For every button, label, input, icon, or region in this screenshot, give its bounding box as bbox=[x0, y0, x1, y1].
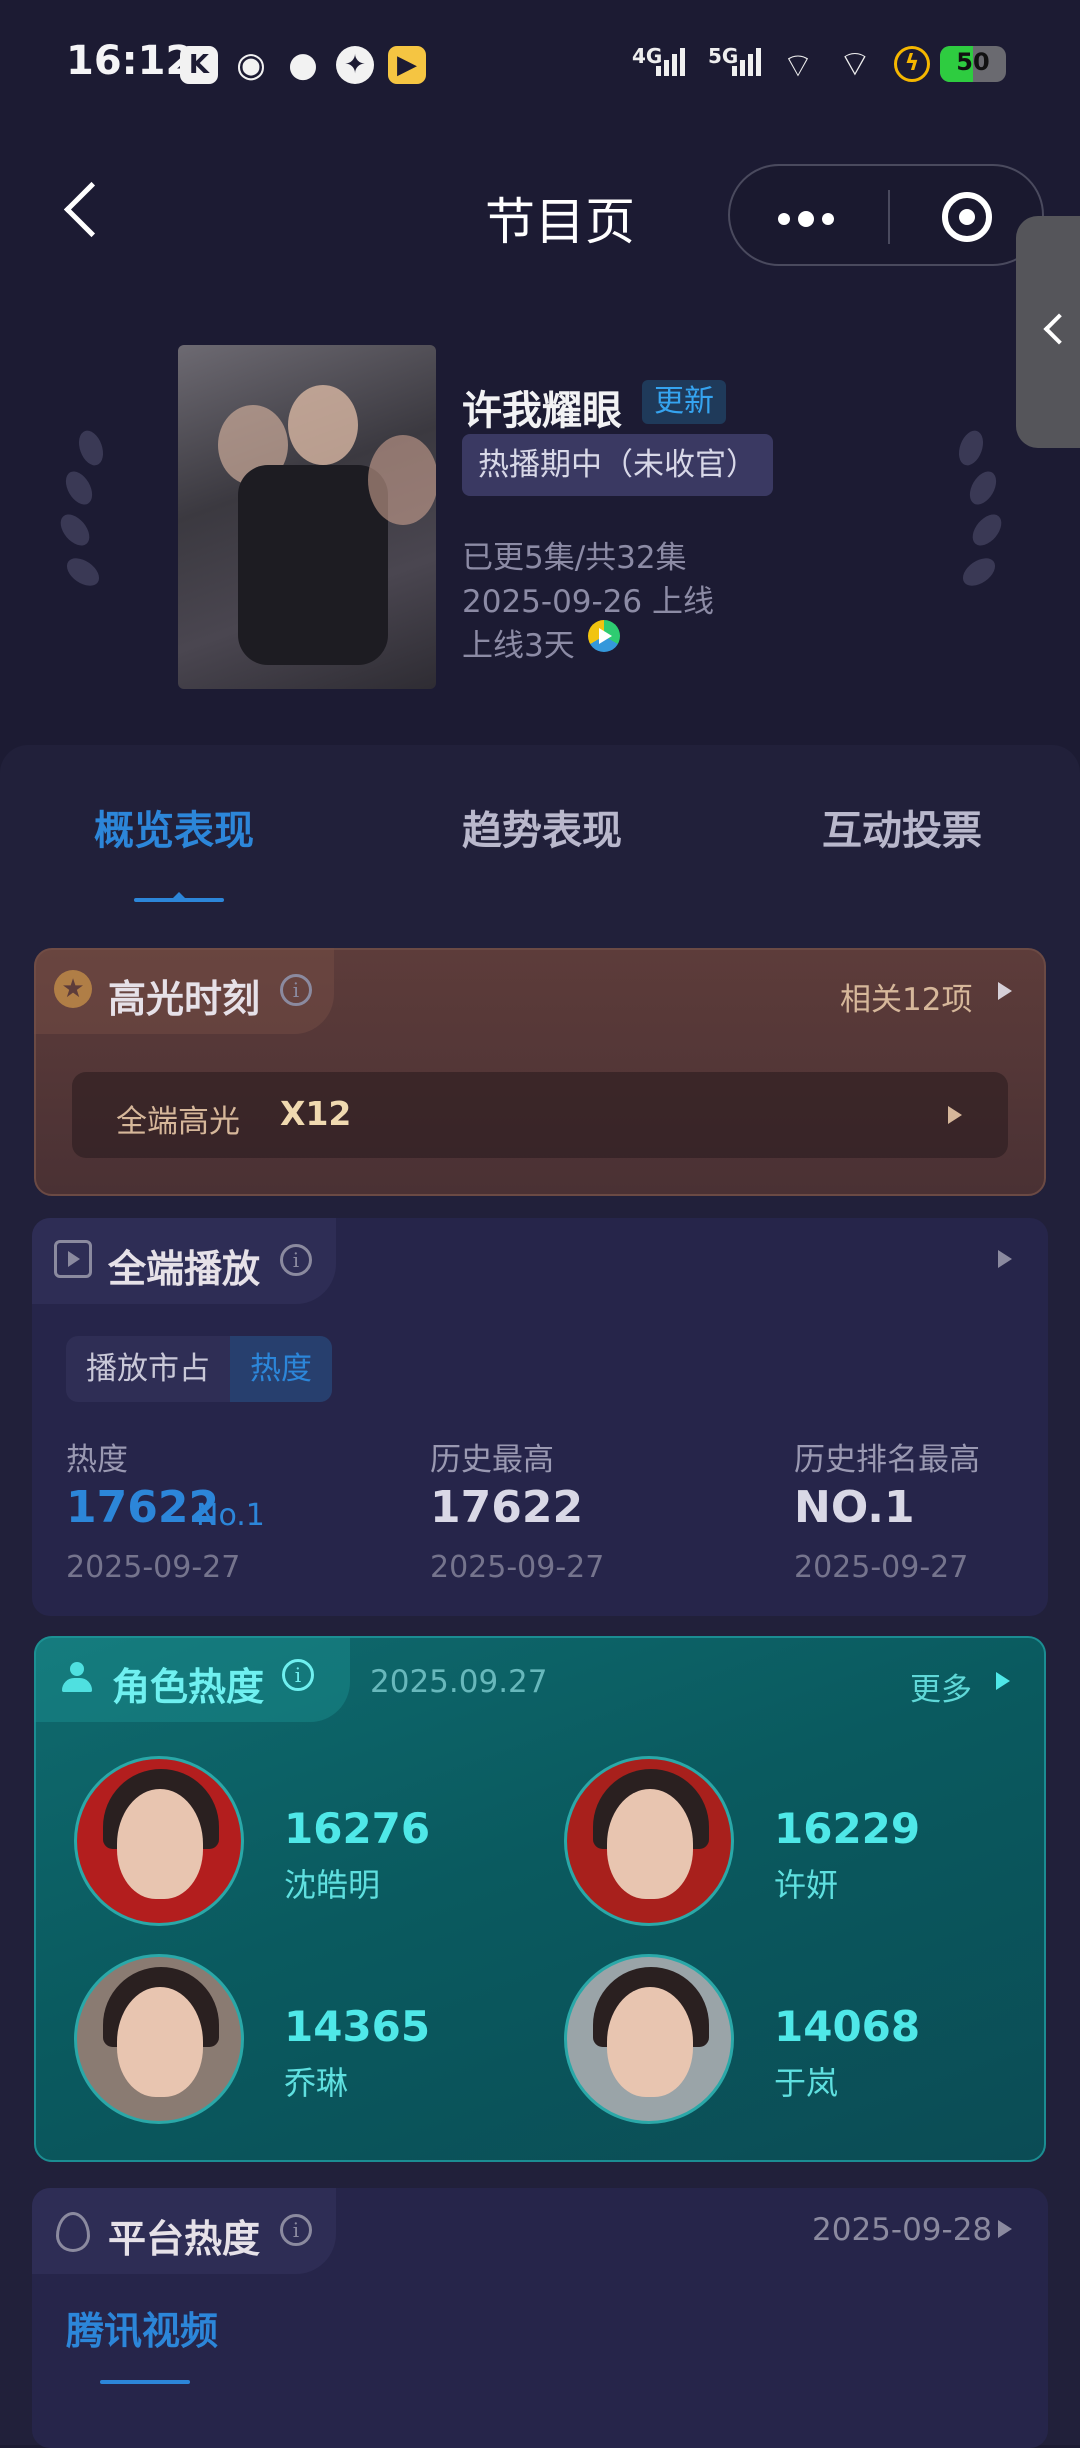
character-name: 许妍 bbox=[774, 1866, 839, 1904]
avatar[interactable] bbox=[564, 1954, 734, 2124]
laurel-left-icon bbox=[55, 420, 108, 620]
character-heat-value: 14365 bbox=[284, 2002, 431, 2051]
play-arrow-icon[interactable] bbox=[948, 1106, 962, 1124]
status-time: 16:12 bbox=[66, 38, 194, 84]
charging-icon: ϟ bbox=[894, 46, 930, 82]
status-bar: 16:12 K ◉ ● ✦ ▶ 4G 5G ⌔ ⌔ ϟ 50 bbox=[0, 0, 1080, 130]
stat-label: 历史排名最高 bbox=[794, 1442, 980, 1478]
avatar[interactable] bbox=[564, 1756, 734, 1926]
episode-count: 已更5集/共32集 bbox=[462, 540, 687, 576]
playback-title: 全端播放 bbox=[108, 1247, 261, 1291]
broadcast-status: 热播期中（未收官） bbox=[462, 434, 773, 496]
wechat-icon: ● bbox=[288, 45, 318, 85]
platform-tab-tencent[interactable]: 腾讯视频 bbox=[66, 2300, 218, 2355]
character-heat-value: 16229 bbox=[774, 1804, 921, 1853]
tab-indicator bbox=[134, 892, 224, 902]
character-more-link[interactable]: 更多 bbox=[910, 1664, 972, 1709]
segment-heat[interactable]: 热度 bbox=[230, 1336, 332, 1402]
tab-overview[interactable]: 概览表现 bbox=[94, 798, 254, 856]
k-app-icon: K bbox=[180, 46, 218, 84]
tab-trend[interactable]: 趋势表现 bbox=[462, 798, 622, 856]
close-target-button[interactable] bbox=[942, 192, 992, 242]
highlight-row-label: 全端高光 bbox=[116, 1104, 240, 1140]
play-arrow-icon[interactable] bbox=[998, 982, 1012, 1000]
character-name: 乔琳 bbox=[284, 2064, 349, 2102]
flame-icon bbox=[56, 2212, 90, 2252]
battery-level: 50 bbox=[956, 48, 990, 76]
info-icon[interactable]: i bbox=[280, 2214, 312, 2246]
update-badge: 更新 bbox=[642, 380, 726, 424]
people-icon bbox=[60, 1662, 94, 1692]
platform-logo-icon bbox=[588, 620, 620, 652]
info-icon[interactable]: i bbox=[282, 1659, 314, 1691]
star-badge-icon: ★ bbox=[54, 970, 92, 1008]
highlight-row-value: X12 bbox=[280, 1094, 352, 1133]
release-date: 2025-09-26 上线 bbox=[462, 584, 715, 620]
info-icon[interactable]: i bbox=[280, 974, 312, 1006]
show-title: 许我耀眼 bbox=[462, 388, 622, 434]
stat-value: 17622 bbox=[430, 1482, 584, 1533]
stat-date: 2025-09-27 bbox=[794, 1550, 969, 1585]
stat-date: 2025-09-27 bbox=[430, 1550, 605, 1585]
platform-title: 平台热度 bbox=[108, 2217, 261, 2261]
stat-label: 热度 bbox=[66, 1442, 128, 1478]
days-online: 上线3天 bbox=[462, 628, 575, 664]
highlight-related-link[interactable]: 相关12项 bbox=[840, 974, 972, 1019]
wifi-icon: ⌔ bbox=[838, 44, 872, 85]
avatar[interactable] bbox=[74, 1756, 244, 1926]
weibo-icon: ◉ bbox=[236, 45, 266, 85]
battery-icon: 50 bbox=[940, 46, 1006, 82]
play-arrow-icon[interactable] bbox=[998, 2220, 1012, 2238]
platform-tab-indicator bbox=[100, 2380, 190, 2384]
character-name: 于岚 bbox=[774, 2064, 839, 2102]
capsule-divider bbox=[888, 190, 890, 244]
character-date: 2025.09.27 bbox=[370, 1664, 548, 1700]
side-drawer-tab[interactable] bbox=[1016, 216, 1080, 448]
browser-icon: ✦ bbox=[336, 46, 374, 84]
platform-date[interactable]: 2025-09-28 bbox=[812, 2212, 992, 2248]
character-heat-value: 16276 bbox=[284, 1804, 431, 1853]
laurel-right-icon bbox=[954, 420, 1007, 620]
avatar[interactable] bbox=[74, 1954, 244, 2124]
stat-rank: No.1 bbox=[196, 1498, 265, 1533]
tab-vote[interactable]: 互动投票 bbox=[822, 798, 982, 856]
info-icon[interactable]: i bbox=[280, 1244, 312, 1276]
play-box-icon bbox=[54, 1240, 92, 1278]
signal-bars-icon bbox=[732, 48, 764, 86]
more-button[interactable] bbox=[778, 210, 842, 229]
wifi-plus-icon: ⌔ bbox=[782, 46, 814, 86]
segment-market-share[interactable]: 播放市占 bbox=[66, 1336, 230, 1402]
character-title: 角色热度 bbox=[112, 1665, 265, 1709]
highlight-title: 高光时刻 bbox=[108, 977, 261, 1021]
stat-date: 2025-09-27 bbox=[66, 1550, 241, 1585]
play-arrow-icon[interactable] bbox=[996, 1672, 1010, 1690]
character-name: 沈皓明 bbox=[284, 1866, 381, 1904]
signal-bars-icon bbox=[656, 48, 688, 86]
playback-segment-control: 播放市占 热度 bbox=[66, 1336, 332, 1402]
miniprogram-capsule bbox=[728, 164, 1044, 266]
character-heat-value: 14068 bbox=[774, 2002, 921, 2051]
show-poster[interactable] bbox=[178, 345, 436, 689]
stat-value: NO.1 bbox=[794, 1482, 915, 1533]
game-icon: ▶ bbox=[388, 46, 426, 84]
play-arrow-icon[interactable] bbox=[998, 1250, 1012, 1268]
chevron-left-icon bbox=[1043, 313, 1075, 345]
stat-label: 历史最高 bbox=[430, 1442, 554, 1478]
